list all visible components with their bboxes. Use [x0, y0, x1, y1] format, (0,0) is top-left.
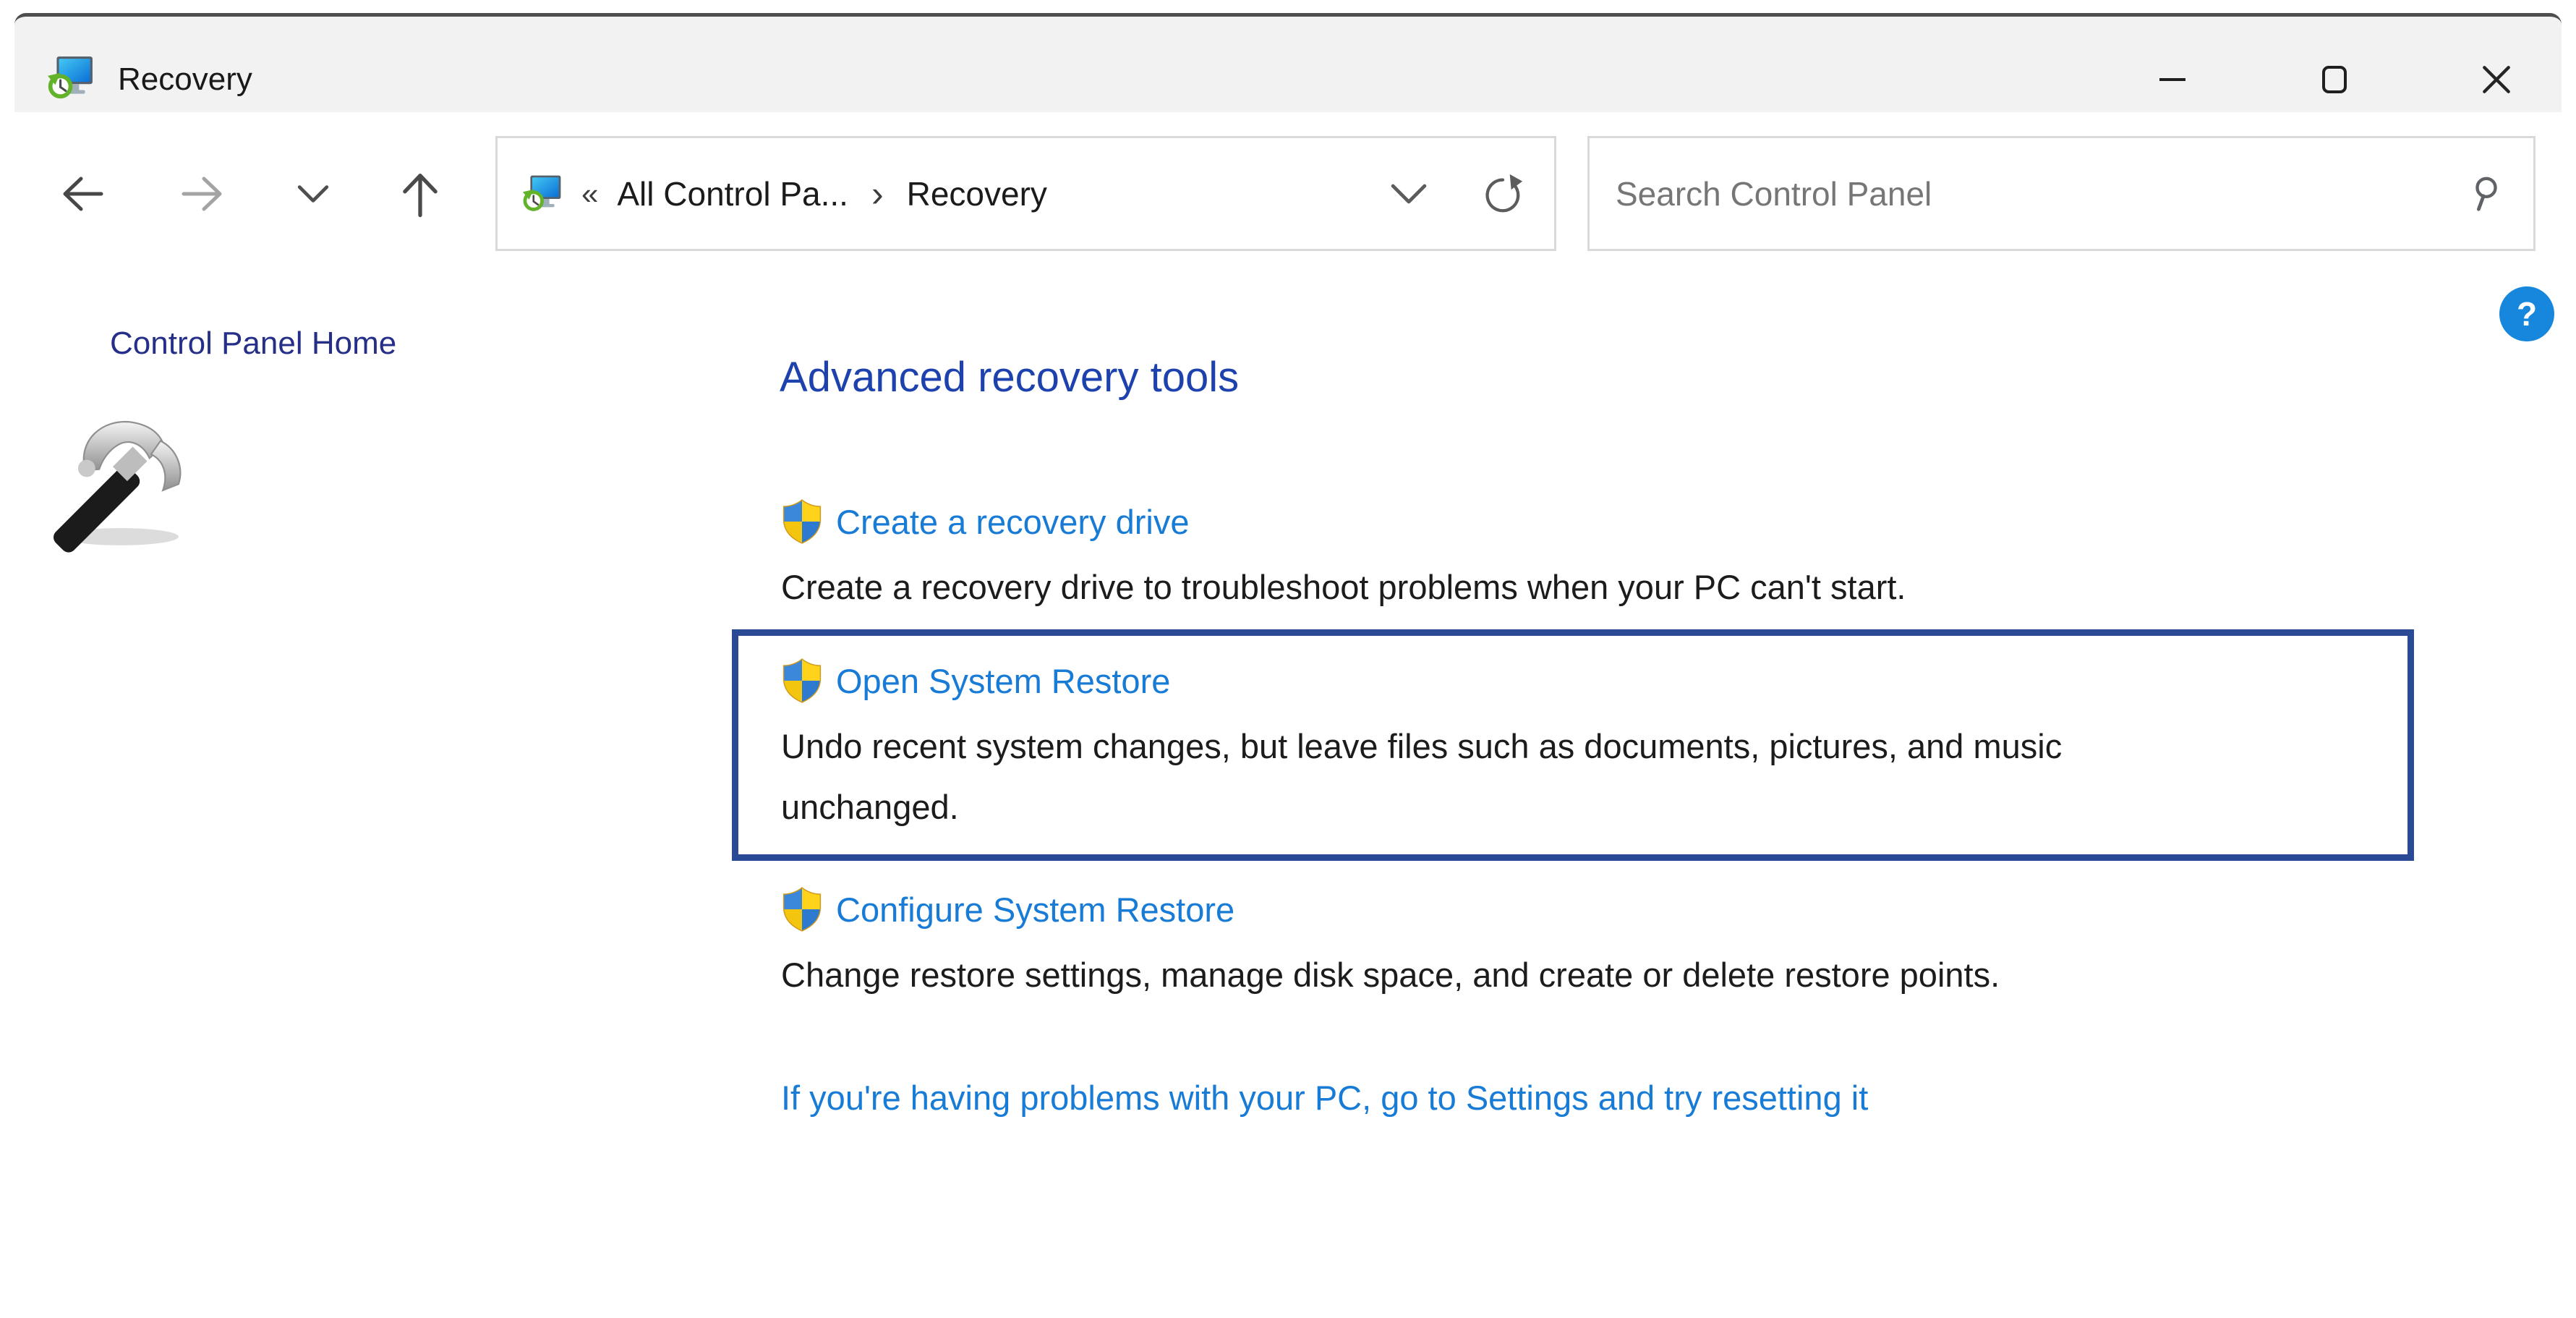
- task-open-system-restore: Open System Restore Undo recent system c…: [781, 652, 2062, 838]
- settings-reset-link[interactable]: If you're having problems with your PC, …: [781, 1078, 1868, 1118]
- page-title: Advanced recovery tools: [780, 353, 1239, 401]
- forward-arrow-icon: [176, 168, 229, 220]
- back-button[interactable]: [56, 168, 108, 220]
- close-button[interactable]: [2469, 53, 2524, 106]
- recent-pages-chevron[interactable]: [295, 181, 331, 207]
- hammer-image: [42, 391, 207, 556]
- task-configure-system-restore: Configure System Restore Change restore …: [781, 881, 2000, 1005]
- location-recovery-icon: [522, 174, 563, 214]
- search-input[interactable]: [1616, 174, 2467, 213]
- uac-shield-icon: [781, 885, 823, 933]
- up-button[interactable]: [392, 165, 448, 223]
- recovery-app-icon: [47, 54, 95, 102]
- minimize-icon: [2155, 62, 2190, 97]
- close-icon: [2478, 61, 2515, 98]
- forward-button[interactable]: [176, 168, 229, 220]
- uac-shield-icon: [781, 657, 823, 705]
- breadcrumb-overflow-chevron[interactable]: «: [581, 177, 598, 211]
- configure-system-restore-description: Change restore settings, manage disk spa…: [781, 945, 2000, 1005]
- address-dropdown-chevron-icon[interactable]: [1389, 182, 1428, 206]
- maximize-icon: [2317, 62, 2352, 97]
- sidebar-item-control-panel-home[interactable]: Control Panel Home: [110, 326, 396, 362]
- chevron-down-icon: [297, 183, 330, 205]
- recovery-window: Recovery: [0, 0, 2576, 1318]
- breadcrumb-item-all-control-panel[interactable]: All Control Pa...: [617, 174, 848, 213]
- task-create-recovery-drive: Create a recovery drive Create a recover…: [781, 493, 1906, 618]
- help-button[interactable]: ?: [2499, 286, 2554, 341]
- window-titlebar: Recovery: [14, 13, 2562, 112]
- create-recovery-drive-link[interactable]: Create a recovery drive: [836, 502, 1189, 542]
- maximize-button[interactable]: [2307, 53, 2362, 106]
- configure-system-restore-link[interactable]: Configure System Restore: [836, 890, 1234, 930]
- refresh-icon[interactable]: [1480, 171, 1525, 216]
- search-icon: [2467, 174, 2506, 214]
- address-bar[interactable]: « All Control Pa... › Recovery: [495, 136, 1556, 251]
- uac-shield-icon: [781, 498, 823, 545]
- open-system-restore-description: Undo recent system changes, but leave fi…: [781, 716, 2062, 838]
- breadcrumb-item-recovery[interactable]: Recovery: [907, 174, 1047, 213]
- create-recovery-drive-description: Create a recovery drive to troubleshoot …: [781, 557, 1906, 618]
- back-arrow-icon: [56, 168, 108, 220]
- search-box: [1587, 136, 2536, 251]
- minimize-button[interactable]: [2145, 53, 2200, 106]
- open-system-restore-link[interactable]: Open System Restore: [836, 661, 1170, 701]
- breadcrumb-separator: ›: [867, 173, 888, 215]
- up-arrow-icon: [393, 166, 448, 222]
- window-title: Recovery: [118, 30, 252, 129]
